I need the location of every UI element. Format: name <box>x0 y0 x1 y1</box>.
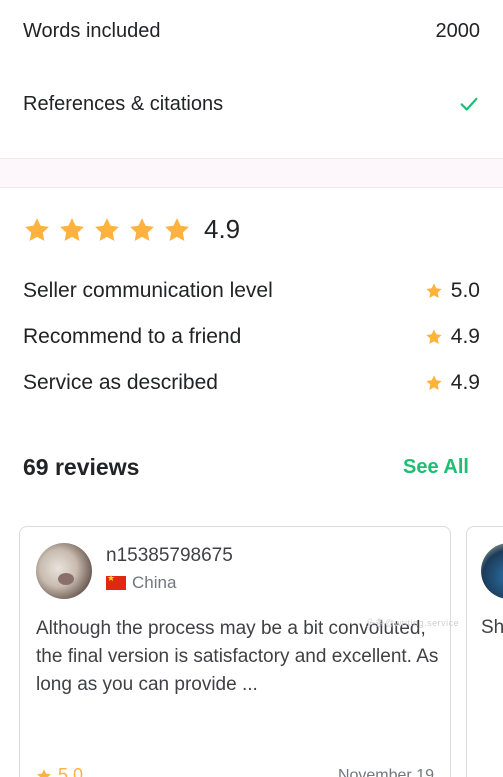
reviews-header: 69 reviews See All <box>23 454 469 481</box>
star-icon <box>95 217 119 241</box>
rating-breakdown-row: Recommend to a friend 4.9 <box>23 323 480 351</box>
watermark: 头条@writing.service <box>366 618 460 628</box>
references-row: References & citations <box>23 91 480 117</box>
references-label: References & citations <box>23 92 224 115</box>
reviews-count: 69 reviews <box>23 454 140 480</box>
star-icon <box>25 217 49 241</box>
reviewer-username: n15385798675 <box>106 545 233 566</box>
star-icon <box>426 329 442 344</box>
star-icon <box>60 217 84 241</box>
avatar <box>36 543 92 599</box>
star-icon <box>130 217 154 241</box>
review-date: November 19 <box>337 767 434 777</box>
words-included-label: Words included <box>23 19 161 42</box>
rating-breakdown-row: Seller communication level 5.0 <box>23 277 480 305</box>
review-text-preview: Sh <box>481 617 503 638</box>
china-flag-icon <box>106 573 126 590</box>
rating-breakdown-value: 5.0 <box>450 279 480 302</box>
review-card-next[interactable]: Sh <box>466 526 503 777</box>
star-icon <box>165 217 189 241</box>
rating-breakdown-label: Recommend to a friend <box>23 325 242 348</box>
section-divider <box>0 158 503 188</box>
rating-breakdown-label: Seller communication level <box>23 279 273 302</box>
see-all-link[interactable]: See All <box>403 456 469 479</box>
reviewer-country-name: China <box>132 573 177 592</box>
overall-rating-value: 4.9 <box>204 214 241 244</box>
rating-breakdown-label: Service as described <box>23 371 218 394</box>
review-rating: 5.0 <box>36 765 83 777</box>
star-icon <box>426 283 442 298</box>
check-icon <box>460 97 478 111</box>
rating-breakdown-value: 4.9 <box>450 325 480 348</box>
rating-breakdown-value: 4.9 <box>450 371 480 394</box>
review-card[interactable]: n15385798675 China Although the process … <box>19 526 451 777</box>
reviewer-country: China <box>106 573 176 593</box>
words-included-row: Words included 2000 <box>23 18 480 44</box>
rating-breakdown-row: Service as described 4.9 <box>23 369 480 397</box>
star-icon <box>37 768 51 777</box>
avatar <box>481 543 503 599</box>
overall-rating: 4.9 <box>23 214 240 245</box>
words-included-value: 2000 <box>435 19 481 42</box>
star-icon <box>426 375 442 390</box>
review-rating-value: 5.0 <box>58 765 84 777</box>
